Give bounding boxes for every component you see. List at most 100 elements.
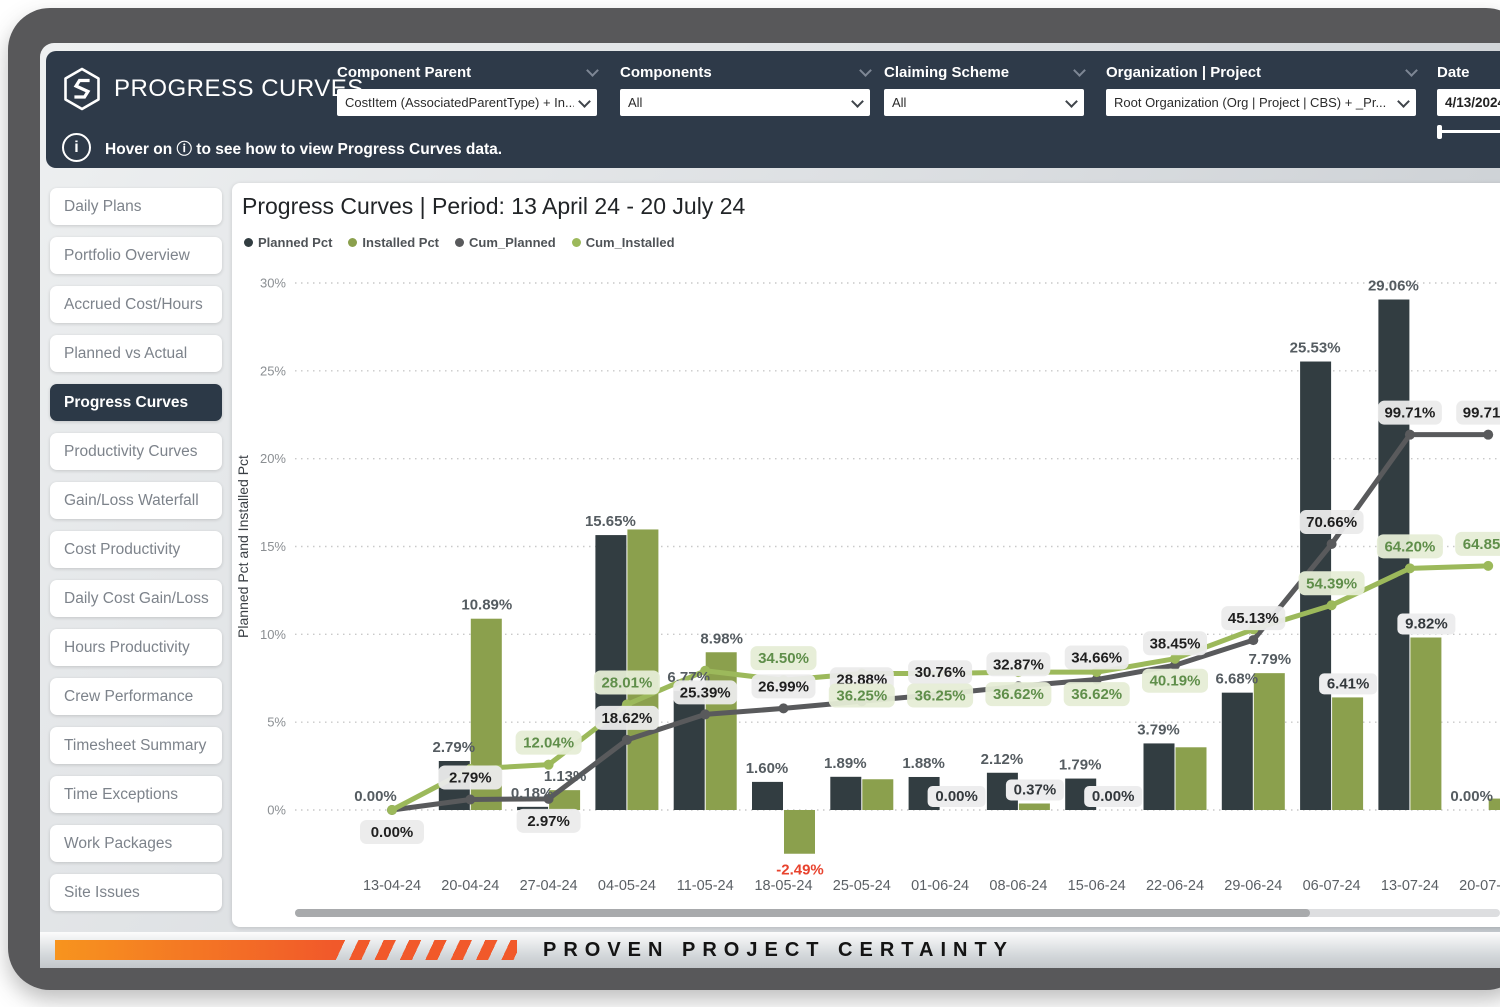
bar-installed-pct-18-05-24[interactable] [784, 810, 815, 854]
point-cum-installed-06-07-24[interactable] [1327, 600, 1337, 610]
filter-value: Root Organization (Org | Project | CBS) … [1114, 95, 1386, 110]
sidebar-item-cost-productivity[interactable]: Cost Productivity [50, 531, 222, 568]
point-cum-planned-20-04-24[interactable] [465, 794, 475, 804]
filter-label: Organization | Project [1106, 64, 1261, 81]
chevron-down-icon [1065, 95, 1078, 108]
svg-text:13-04-24: 13-04-24 [363, 878, 421, 894]
bar-planned-pct-22-06-24[interactable] [1144, 743, 1175, 810]
bar-installed-pct-04-05-24[interactable] [627, 529, 658, 810]
sidebar-item-timesheet-summary[interactable]: Timesheet Summary [50, 727, 222, 764]
sidebar-item-accrued-cost-hours[interactable]: Accrued Cost/Hours [50, 286, 222, 323]
svg-text:34.66%: 34.66% [1071, 650, 1122, 667]
info-icon[interactable]: i [62, 133, 91, 162]
svg-text:29-06-24: 29-06-24 [1224, 878, 1282, 894]
bar-installed-pct-13-07-24[interactable] [1410, 637, 1441, 810]
point-cum-planned-11-05-24[interactable] [700, 709, 710, 719]
bar-installed-pct-06-07-24[interactable] [1332, 697, 1363, 810]
svg-text:04-05-24: 04-05-24 [598, 878, 656, 894]
filter-label: Components [620, 64, 712, 81]
svg-text:15%: 15% [260, 539, 286, 554]
chevron-down-icon[interactable] [1073, 64, 1086, 77]
sidebar-item-label: Portfolio Overview [64, 247, 190, 265]
point-cum-planned-29-06-24[interactable] [1248, 635, 1258, 645]
bar-planned-pct-25-05-24[interactable] [830, 777, 861, 810]
svg-text:20%: 20% [260, 451, 286, 466]
filter-value: CostItem (AssociatedParentType) + In... [345, 95, 574, 110]
sidebar-item-work-packages[interactable]: Work Packages [50, 825, 222, 862]
chart-card: Progress Curves | Period: 13 April 24 - … [232, 183, 1500, 927]
point-cum-planned-20-07-24[interactable] [1483, 430, 1493, 440]
brand-stripe [55, 940, 333, 960]
date-input[interactable]: 4/13/2024 [1437, 89, 1500, 116]
bar-planned-pct-11-05-24[interactable] [674, 691, 705, 810]
svg-text:28.01%: 28.01% [601, 675, 652, 692]
filter-component-parent: Component ParentCostItem (AssociatedPare… [337, 61, 597, 116]
svg-text:3.79%: 3.79% [1137, 721, 1180, 738]
point-cum-planned-18-05-24[interactable] [779, 703, 789, 713]
svg-text:34.50%: 34.50% [758, 650, 809, 667]
logo: PROGRESS CURVES [62, 67, 364, 111]
svg-text:99.71%: 99.71% [1384, 405, 1435, 422]
svg-text:10.89%: 10.89% [461, 597, 512, 614]
bar-installed-pct-08-06-24[interactable] [1019, 804, 1050, 810]
svg-text:25-05-24: 25-05-24 [833, 878, 891, 894]
point-cum-installed-13-04-24[interactable] [387, 805, 397, 815]
filter-value: All [628, 95, 642, 110]
filter-claiming-scheme: Claiming SchemeAll [884, 61, 1084, 116]
chevron-down-icon [1397, 95, 1410, 108]
point-cum-planned-04-05-24[interactable] [622, 735, 632, 745]
svg-text:08-06-24: 08-06-24 [989, 878, 1047, 894]
filter-date: Date4/13/2024 [1437, 61, 1500, 140]
sidebar-item-daily-plans[interactable]: Daily Plans [50, 188, 222, 225]
chevron-down-icon [578, 95, 591, 108]
chart-plot: 0%5%10%15%20%25%30%Planned Pct and Insta… [232, 183, 1500, 928]
bar-installed-pct-29-06-24[interactable] [1254, 673, 1285, 810]
bar-planned-pct-29-06-24[interactable] [1222, 693, 1253, 810]
point-cum-planned-13-07-24[interactable] [1405, 430, 1415, 440]
sidebar-item-gain-loss-waterfall[interactable]: Gain/Loss Waterfall [50, 482, 222, 519]
svg-text:6.41%: 6.41% [1327, 675, 1370, 692]
page: PROGRESS CURVES Component ParentCostItem… [0, 0, 1500, 1007]
point-cum-planned-06-07-24[interactable] [1327, 539, 1337, 549]
chevron-down-icon[interactable] [1405, 64, 1418, 77]
chevron-down-icon[interactable] [859, 64, 872, 77]
point-cum-installed-13-07-24[interactable] [1405, 563, 1415, 573]
bar-planned-pct-18-05-24[interactable] [752, 782, 783, 810]
sidebar-item-progress-curves[interactable]: Progress Curves [50, 384, 222, 421]
filter-organization-project-select[interactable]: Root Organization (Org | Project | CBS) … [1106, 89, 1416, 116]
window-frame: PROGRESS CURVES Component ParentCostItem… [8, 8, 1500, 990]
svg-text:45.13%: 45.13% [1228, 610, 1279, 627]
sidebar-item-label: Work Packages [64, 835, 172, 853]
bar-installed-pct-22-06-24[interactable] [1176, 747, 1207, 810]
info-text: Hover on ⓘ to see how to view Progress C… [105, 137, 502, 159]
sidebar-item-time-exceptions[interactable]: Time Exceptions [50, 776, 222, 813]
sidebar-item-planned-vs-actual[interactable]: Planned vs Actual [50, 335, 222, 372]
sidebar-item-portfolio-overview[interactable]: Portfolio Overview [50, 237, 222, 274]
sidebar-item-site-issues[interactable]: Site Issues [50, 874, 222, 911]
date-range-slider[interactable] [1437, 124, 1500, 140]
svg-text:1.13%: 1.13% [544, 768, 587, 785]
x-axis-labels: 13-04-2420-04-2427-04-2404-05-2411-05-24… [363, 878, 1500, 894]
sidebar-item-productivity-curves[interactable]: Productivity Curves [50, 433, 222, 470]
sidebar-item-label: Productivity Curves [64, 443, 198, 461]
svg-text:29.06%: 29.06% [1368, 278, 1419, 295]
h-scrollbar-thumb[interactable] [295, 909, 1310, 917]
slider-handle[interactable] [1437, 125, 1442, 139]
chevron-down-icon[interactable] [586, 64, 599, 77]
logo-icon [62, 67, 102, 111]
sidebar-item-crew-performance[interactable]: Crew Performance [50, 678, 222, 715]
sidebar-item-label: Accrued Cost/Hours [64, 296, 203, 314]
footer: PROVEN PROJECT CERTAINTY [40, 932, 1500, 968]
point-cum-installed-20-07-24[interactable] [1483, 561, 1493, 571]
bar-installed-pct-25-05-24[interactable] [862, 779, 893, 810]
svg-text:36.62%: 36.62% [1071, 686, 1122, 703]
sidebar-item-hours-productivity[interactable]: Hours Productivity [50, 629, 222, 666]
sidebar-item-label: Progress Curves [64, 394, 188, 412]
filter-component-parent-select[interactable]: CostItem (AssociatedParentType) + In... [337, 89, 597, 116]
filter-claiming-scheme-select[interactable]: All [884, 89, 1084, 116]
svg-text:0.37%: 0.37% [1014, 782, 1057, 799]
info-row: i Hover on ⓘ to see how to view Progress… [62, 133, 502, 162]
svg-text:-2.49%: -2.49% [776, 862, 824, 879]
filter-components-select[interactable]: All [620, 89, 870, 116]
sidebar-item-daily-cost-gain-loss[interactable]: Daily Cost Gain/Loss [50, 580, 222, 617]
